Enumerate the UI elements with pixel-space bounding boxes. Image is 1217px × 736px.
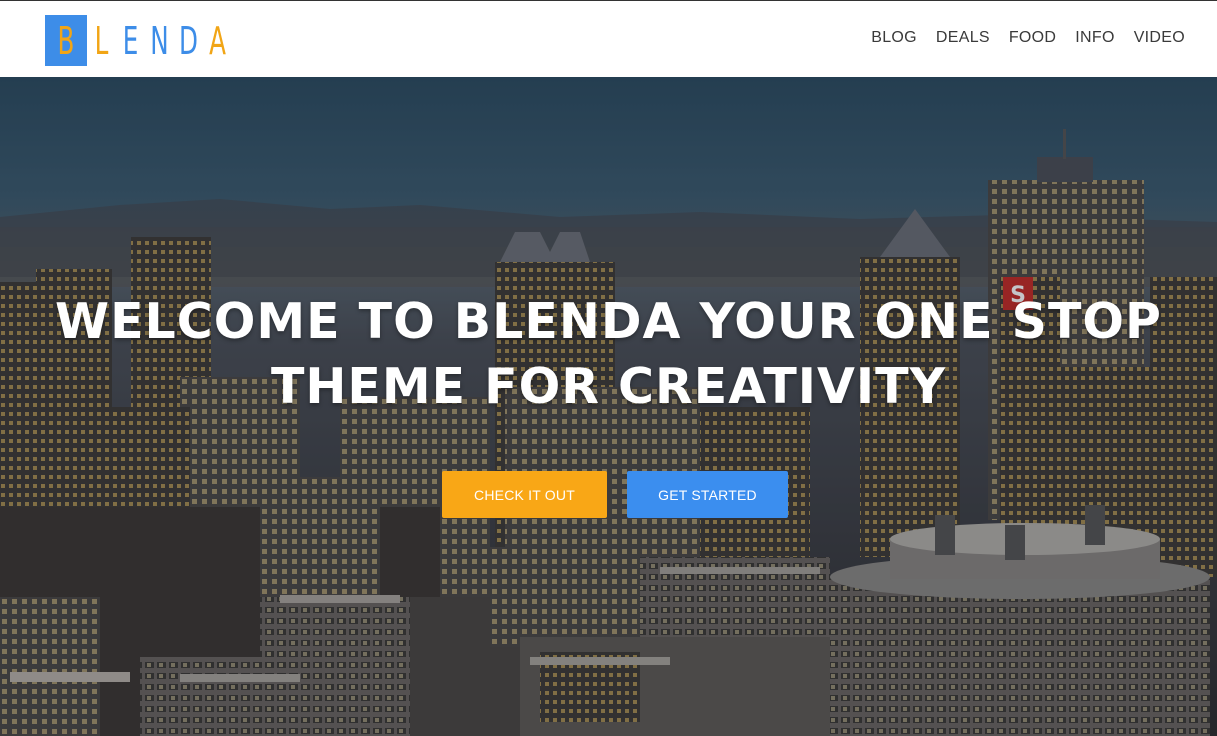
site-header: B L E N D A BLOG DEALS FOOD INFO VIDEO xyxy=(0,0,1217,77)
hero-title: WELCOME TO BLENDA YOUR ONE STOP THEME FO… xyxy=(0,289,1217,419)
check-it-out-button[interactable]: CHECK IT OUT xyxy=(442,471,607,518)
logo-letter: E xyxy=(122,18,139,63)
site-logo[interactable]: B L E N D A xyxy=(45,15,232,66)
get-started-button[interactable]: GET STARTED xyxy=(627,471,788,518)
logo-letter: A xyxy=(209,18,226,63)
nav-item-deals[interactable]: DEALS xyxy=(936,29,990,47)
nav-item-food[interactable]: FOOD xyxy=(1009,29,1056,47)
hero-section: S WELCOME TO BLENDA YOUR ONE STOP THEME … xyxy=(0,77,1217,736)
logo-letter: D xyxy=(179,18,198,63)
hero-title-line: WELCOME TO BLENDA YOUR ONE STOP xyxy=(55,293,1162,350)
logo-letter: B xyxy=(57,18,75,63)
hero-title-line: THEME FOR CREATIVITY xyxy=(270,358,947,415)
logo-letter: L xyxy=(94,18,109,63)
logo-letter: N xyxy=(150,18,169,63)
nav-item-blog[interactable]: BLOG xyxy=(871,29,917,47)
main-nav: BLOG DEALS FOOD INFO VIDEO xyxy=(852,29,1185,47)
nav-item-info[interactable]: INFO xyxy=(1075,29,1114,47)
nav-item-video[interactable]: VIDEO xyxy=(1134,29,1185,47)
